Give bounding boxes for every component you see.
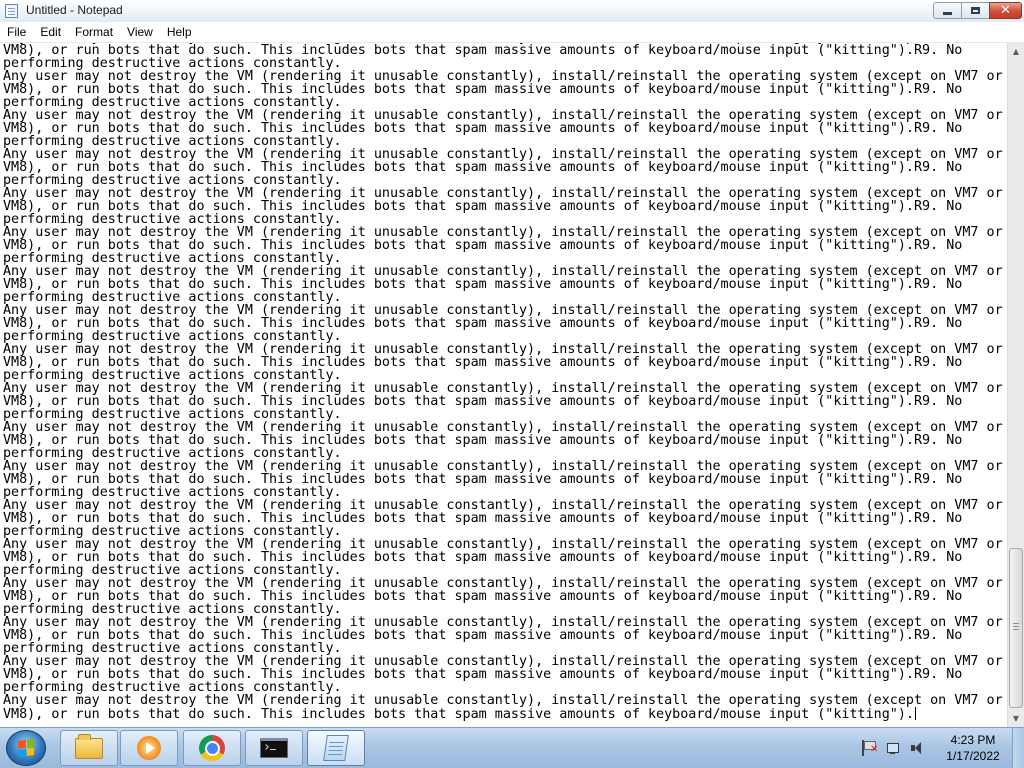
taskbar: 4:23 PM 1/17/2022 xyxy=(0,727,1024,768)
menu-file[interactable]: File xyxy=(0,22,33,42)
menu-bar: File Edit Format View Help xyxy=(0,22,1024,43)
taskbar-chrome-button[interactable] xyxy=(183,730,241,766)
notepad-icon xyxy=(323,735,349,761)
show-desktop-button[interactable] xyxy=(1012,728,1024,768)
text-caret xyxy=(915,707,916,720)
menu-help[interactable]: Help xyxy=(160,22,199,42)
taskbar-explorer-button[interactable] xyxy=(60,730,118,766)
document-text[interactable]: VM8), or run bots that do such. This inc… xyxy=(0,43,1003,721)
command-prompt-icon xyxy=(260,738,288,758)
folder-icon xyxy=(75,733,103,759)
action-center-flag-icon[interactable] xyxy=(862,740,878,756)
maximize-icon xyxy=(971,7,980,14)
windows-logo-icon xyxy=(18,739,34,757)
taskbar-media-player-button[interactable] xyxy=(120,730,178,766)
maximize-button[interactable] xyxy=(961,2,990,19)
text-editor-area[interactable]: VM8), or run bots that do such. This inc… xyxy=(0,43,1007,727)
start-button[interactable] xyxy=(6,730,46,766)
system-tray xyxy=(862,736,934,760)
vertical-scrollbar[interactable]: ▲ ▼ xyxy=(1007,43,1024,727)
clock-time: 4:23 PM xyxy=(950,733,996,747)
minimize-button[interactable] xyxy=(933,2,962,19)
taskbar-clock[interactable]: 4:23 PM 1/17/2022 xyxy=(936,732,1010,764)
window-title: Untitled - Notepad xyxy=(26,3,123,17)
clock-date: 1/17/2022 xyxy=(946,749,1000,763)
close-icon: ✕ xyxy=(1000,3,1011,18)
scroll-up-arrow-icon[interactable]: ▲ xyxy=(1008,43,1024,60)
menu-edit[interactable]: Edit xyxy=(33,22,68,42)
window-controls: ✕ xyxy=(933,2,1022,19)
taskbar-notepad-button[interactable] xyxy=(307,730,365,766)
taskbar-command-prompt-button[interactable] xyxy=(245,730,303,766)
scroll-thumb[interactable] xyxy=(1009,548,1023,708)
scroll-down-arrow-icon[interactable]: ▼ xyxy=(1008,710,1024,727)
network-icon[interactable] xyxy=(886,740,902,756)
volume-icon[interactable] xyxy=(910,740,926,756)
minimize-icon xyxy=(943,12,952,15)
chrome-icon xyxy=(199,735,225,761)
thumb-grip-icon xyxy=(1013,623,1019,631)
close-button[interactable]: ✕ xyxy=(989,2,1022,19)
menu-format[interactable]: Format xyxy=(68,22,120,42)
title-bar[interactable]: Untitled - Notepad ✕ xyxy=(0,0,1024,23)
menu-view[interactable]: View xyxy=(120,22,160,42)
notepad-app-icon[interactable] xyxy=(5,4,18,18)
media-player-icon xyxy=(137,736,161,760)
